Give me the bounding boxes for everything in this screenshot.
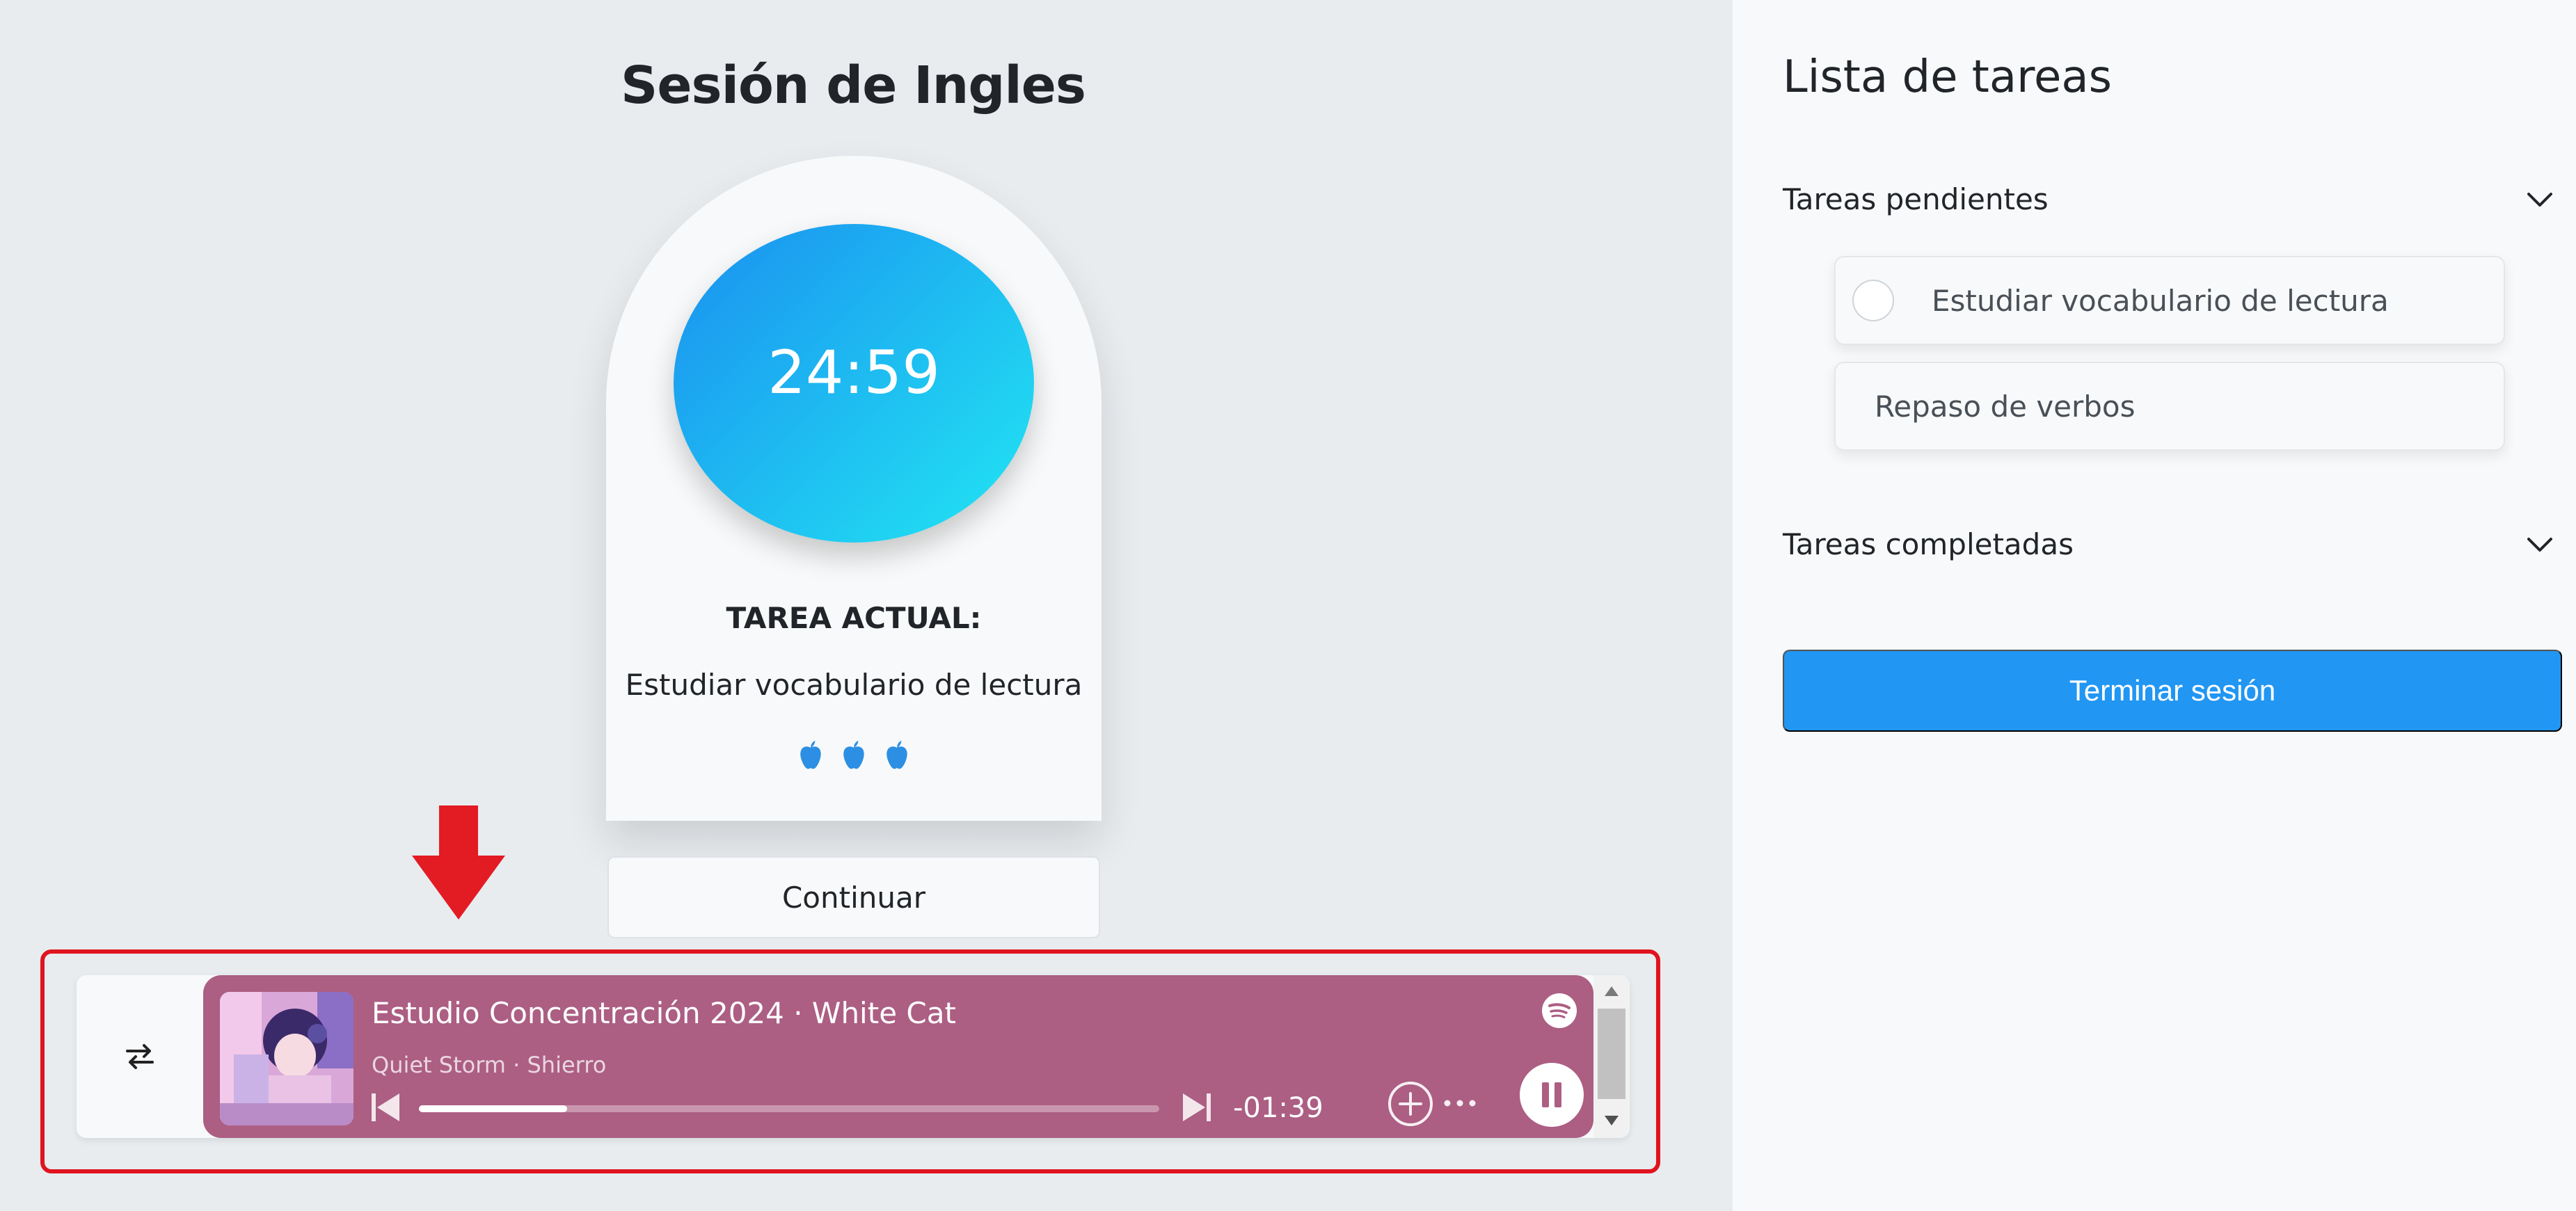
current-task-heading: TAREA ACTUAL:	[726, 601, 982, 635]
album-cover[interactable]	[220, 992, 353, 1125]
completed-tasks-toggle[interactable]: Tareas completadas	[1783, 523, 2555, 565]
spotify-logo-icon[interactable]	[1542, 993, 1577, 1028]
arrow-down-icon	[412, 805, 505, 920]
chevron-down-icon[interactable]	[2525, 189, 2555, 209]
progress-fill	[419, 1105, 567, 1112]
task-sidebar: Lista de tareas Tareas pendientes Estudi…	[1733, 0, 2576, 1211]
current-task-name: Estudiar vocabulario de lectura	[625, 668, 1083, 702]
music-player-widget: Estudio Concentración 2024 · White Cat Q…	[77, 975, 1630, 1138]
pomodoro-indicator	[606, 739, 1102, 772]
next-track-icon[interactable]	[1182, 1092, 1212, 1123]
apple-icon	[800, 740, 821, 769]
task-label: Repaso de verbos	[1875, 389, 2136, 424]
session-title: Sesión de Ingles	[621, 56, 1086, 115]
pending-task-item[interactable]: Repaso de verbos	[1834, 362, 2505, 451]
track-title[interactable]: Estudio Concentración 2024 · White Cat	[372, 996, 956, 1030]
completed-tasks-label: Tareas completadas	[1783, 527, 2074, 561]
pending-tasks-toggle[interactable]: Tareas pendientes	[1783, 178, 2555, 220]
time-remaining: -01:39	[1233, 1092, 1323, 1124]
sidebar-title: Lista de tareas	[1783, 51, 2112, 103]
task-checkbox[interactable]	[1852, 280, 1894, 321]
continue-button[interactable]: Continuar	[607, 856, 1100, 938]
album-art-image	[220, 992, 353, 1125]
swap-button[interactable]	[77, 975, 203, 1138]
timer-circle: 24:59	[674, 224, 1034, 543]
player-scrollbar[interactable]	[1593, 975, 1630, 1138]
scroll-up-icon[interactable]	[1603, 985, 1620, 997]
scroll-thumb[interactable]	[1598, 1009, 1625, 1099]
timer-value: 24:59	[768, 338, 940, 408]
spotify-player: Estudio Concentración 2024 · White Cat Q…	[203, 975, 1593, 1138]
task-label: Estudiar vocabulario de lectura	[1932, 283, 2389, 318]
apple-icon	[887, 740, 907, 769]
timer-card: 24:59 TAREA ACTUAL: Estudiar vocabulario…	[606, 156, 1102, 821]
chevron-down-icon[interactable]	[2525, 534, 2555, 554]
pause-icon[interactable]	[1520, 1063, 1584, 1127]
swap-arrows-icon	[126, 1044, 154, 1069]
more-options-icon[interactable]	[1439, 1095, 1481, 1112]
main-area: Sesión de Ingles 24:59 TAREA ACTUAL: Est…	[0, 0, 1733, 1211]
pending-tasks-label: Tareas pendientes	[1783, 182, 2049, 216]
track-subtitle[interactable]: Quiet Storm · Shierro	[372, 1052, 606, 1078]
scroll-down-icon[interactable]	[1603, 1114, 1620, 1127]
add-to-library-icon[interactable]	[1386, 1080, 1435, 1128]
pending-task-item[interactable]: Estudiar vocabulario de lectura	[1834, 256, 2505, 345]
apple-icon	[843, 740, 864, 769]
previous-track-icon[interactable]	[370, 1092, 401, 1123]
progress-bar[interactable]	[419, 1105, 1159, 1112]
end-session-button[interactable]: Terminar sesión	[1783, 650, 2562, 732]
